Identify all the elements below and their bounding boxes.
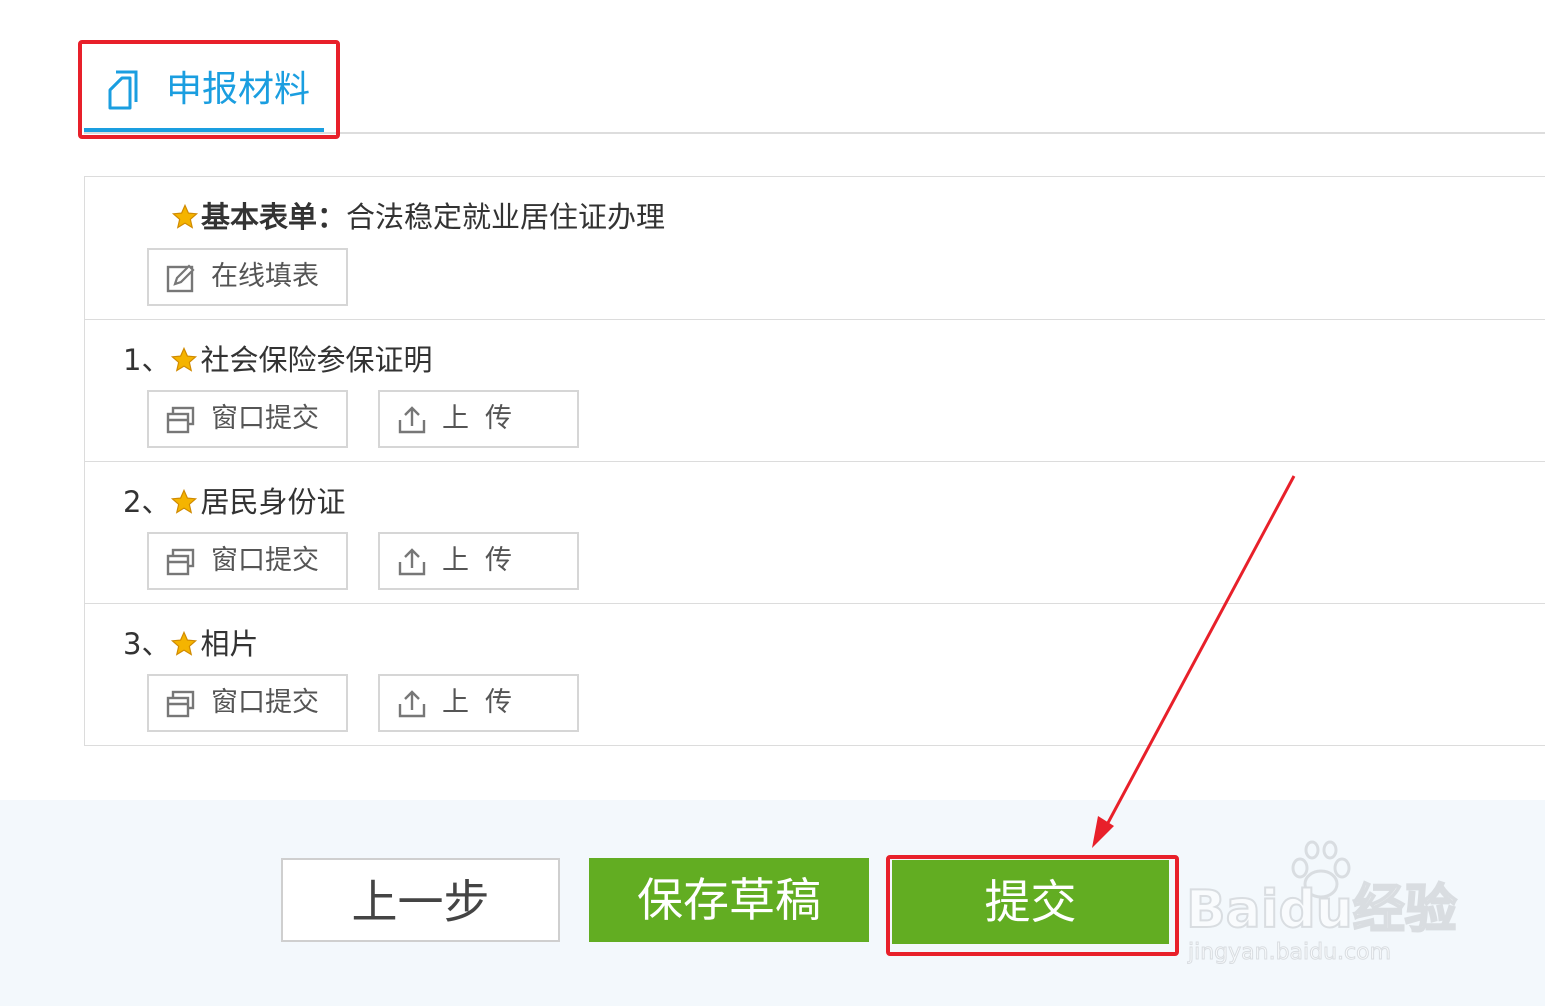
materials-panel: 基本表单：合法稳定就业居住证办理 在线填表 1、 社会保险参保证明 窗口提交 上… [84, 176, 1545, 746]
fill-online-button[interactable]: 在线填表 [147, 248, 348, 306]
upload-button[interactable]: 上传 [378, 532, 579, 590]
upload-button[interactable]: 上传 [378, 390, 579, 448]
window-submit-button[interactable]: 窗口提交 [147, 674, 348, 732]
watermark-url: jingyan.baidu.com [1187, 940, 1392, 966]
material-title: 1、 社会保险参保证明 [123, 342, 432, 378]
upload-label: 上传 [442, 687, 528, 718]
material-row: 3、 相片 窗口提交 上传 [85, 604, 1545, 746]
basic-form-name: 合法稳定就业居住证办理 [346, 200, 666, 234]
annotation-box-submit [886, 855, 1179, 956]
material-row: 2、 居民身份证 窗口提交 上传 [85, 462, 1545, 604]
material-name: 居民身份证 [200, 485, 346, 519]
page: 申报材料 基本表单：合法稳定就业居住证办理 在线填表 1、 社会保险参保证明 窗… [0, 0, 1545, 1006]
window-submit-label: 窗口提交 [211, 403, 319, 434]
annotation-box-tab [78, 40, 340, 139]
save-draft-button[interactable]: 保存草稿 [589, 858, 869, 942]
material-row: 1、 社会保险参保证明 窗口提交 上传 [85, 320, 1545, 462]
material-name: 相片 [200, 627, 259, 661]
edit-icon [166, 264, 195, 293]
window-submit-button[interactable]: 窗口提交 [147, 532, 348, 590]
upload-icon [398, 690, 426, 718]
basic-form-title: 基本表单：合法稳定就业居住证办理 [171, 199, 665, 235]
material-index: 2、 [123, 485, 171, 519]
upload-label: 上传 [442, 403, 528, 434]
window-submit-label: 窗口提交 [211, 545, 319, 576]
window-icon [166, 690, 195, 718]
material-index: 3、 [123, 627, 171, 661]
required-star-icon [171, 346, 198, 372]
material-title: 2、 居民身份证 [123, 484, 345, 520]
material-index: 1、 [123, 343, 171, 377]
annotation-arrow [1092, 475, 1296, 848]
window-icon [166, 406, 195, 434]
watermark-brand: Baidu经验 [1185, 879, 1458, 941]
required-star-icon [171, 488, 198, 514]
basic-form-label: 基本表单： [201, 200, 347, 234]
basic-form-row: 基本表单：合法稳定就业居住证办理 在线填表 [85, 177, 1545, 320]
previous-step-button[interactable]: 上一步 [281, 858, 560, 942]
required-star-icon [171, 203, 199, 229]
upload-label: 上传 [442, 545, 528, 576]
upload-button[interactable]: 上传 [378, 674, 579, 732]
required-star-icon [171, 630, 198, 656]
fill-online-label: 在线填表 [211, 261, 319, 292]
upload-icon [398, 406, 426, 434]
window-submit-button[interactable]: 窗口提交 [147, 390, 348, 448]
baidu-jingyan-watermark: Baidu经验 jingyan.baidu.com [1185, 840, 1466, 975]
material-name: 社会保险参保证明 [200, 343, 433, 377]
material-title: 3、 相片 [123, 626, 258, 662]
window-icon [166, 548, 195, 576]
upload-icon [398, 548, 426, 576]
window-submit-label: 窗口提交 [211, 687, 319, 718]
